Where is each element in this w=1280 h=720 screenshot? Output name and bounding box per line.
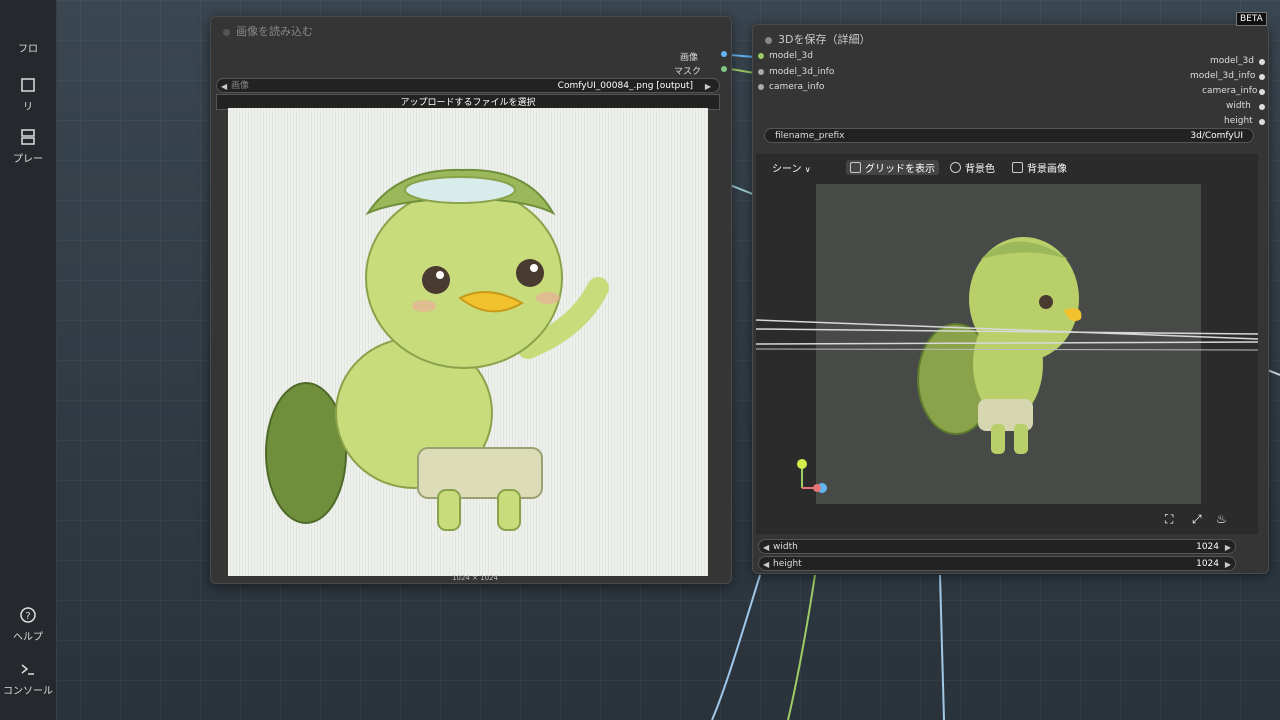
chevron-left-icon[interactable]: ◀ xyxy=(763,557,769,572)
output-camera-info-label: camera_info xyxy=(1202,86,1258,96)
kappa-illustration xyxy=(265,168,609,531)
chevron-down-icon: ∨ xyxy=(804,165,811,174)
output-mask-dot[interactable] xyxy=(721,66,727,72)
input-camera-info-dot[interactable] xyxy=(758,84,764,90)
collapse-dot-icon[interactable] xyxy=(765,36,772,44)
width-stepper[interactable]: ◀ width 1024 ▶ xyxy=(758,539,1236,554)
output-height-label: height xyxy=(1224,116,1253,126)
3d-viewport[interactable] xyxy=(756,154,1258,534)
node-title: 3Dを保存（詳細） xyxy=(765,31,870,47)
image-select-widget[interactable]: ◀ 画像 ComfyUI_00084_.png [output] ▶ xyxy=(216,78,720,93)
input-model-3d-info-label: model_3d_info xyxy=(769,67,835,77)
input-camera-info-label: camera_info xyxy=(769,82,825,92)
image-icon xyxy=(1012,162,1023,173)
sidebar-item-label: ヘルプ xyxy=(13,632,43,643)
chevron-right-icon[interactable]: ▶ xyxy=(705,79,711,94)
input-model-3d-dot[interactable] xyxy=(758,53,764,59)
template-icon xyxy=(21,129,35,145)
node-title: 画像を読み込む xyxy=(223,23,313,39)
chevron-left-icon[interactable]: ◀ xyxy=(221,79,227,94)
output-model-3d-info-dot[interactable] xyxy=(1259,74,1265,80)
sidebar-item-console[interactable]: コンソール xyxy=(0,660,56,697)
grid-icon xyxy=(850,162,861,173)
chevron-right-icon[interactable]: ▶ xyxy=(1225,557,1231,572)
bg-color-button[interactable]: 背景色 xyxy=(950,160,995,175)
input-model-3d-info-dot[interactable] xyxy=(758,69,764,75)
fullscreen-icon[interactable]: ⤢ xyxy=(1192,512,1202,527)
filename-prefix-field[interactable]: filename_prefix 3d/ComfyUI xyxy=(764,128,1254,143)
sidebar-item-label: フロ xyxy=(18,44,38,55)
height-stepper[interactable]: ◀ height 1024 ▶ xyxy=(758,556,1236,571)
sidebar-item-label: コンソール xyxy=(3,686,53,697)
image-preview xyxy=(228,108,708,576)
console-icon xyxy=(21,664,34,675)
sidebar-item-templates[interactable]: プレー xyxy=(0,128,56,165)
output-model-3d-label: model_3d xyxy=(1210,56,1254,66)
output-image-label: 画像 xyxy=(680,53,699,63)
sidebar-item-workflow[interactable]: フロ xyxy=(0,40,56,55)
output-width-dot[interactable] xyxy=(1259,104,1265,110)
chevron-left-icon[interactable]: ◀ xyxy=(763,540,769,555)
output-model-3d-dot[interactable] xyxy=(1259,59,1265,65)
output-height-dot[interactable] xyxy=(1259,119,1265,125)
palette-icon xyxy=(950,162,961,173)
sidebar-item-label: リ xyxy=(23,102,33,113)
library-icon xyxy=(21,78,35,92)
svg-text:?: ? xyxy=(25,611,30,622)
beta-badge: BETA xyxy=(1236,12,1267,26)
chevron-right-icon[interactable]: ▶ xyxy=(1225,540,1231,555)
axis-gizmo-icon xyxy=(797,459,827,493)
output-image-dot[interactable] xyxy=(721,51,727,57)
sidebar-item-help[interactable]: ? ヘルプ xyxy=(0,606,56,643)
output-mask-label: マスク xyxy=(674,67,702,77)
output-width-label: width xyxy=(1226,101,1251,111)
input-model-3d-label: model_3d xyxy=(769,51,813,61)
scene-menu-button[interactable]: シーン ∨ xyxy=(772,160,811,175)
output-camera-info-dot[interactable] xyxy=(1259,89,1265,95)
sidebar: フロ リ プレー ? ヘルプ コンソール xyxy=(0,0,57,720)
sidebar-item-label: プレー xyxy=(13,154,43,165)
help-icon: ? xyxy=(20,607,36,623)
bg-image-button[interactable]: 背景画像 xyxy=(1012,160,1067,175)
output-model-3d-info-label: model_3d_info xyxy=(1190,71,1256,81)
image-dimensions: 1024 × 1024 xyxy=(452,574,498,582)
collapse-dot-icon[interactable] xyxy=(223,28,230,36)
show-grid-toggle[interactable]: グリッドを表示 xyxy=(846,160,939,175)
camera-switch-icon[interactable]: ⛶ xyxy=(1165,512,1173,527)
sidebar-item-library[interactable]: リ xyxy=(0,76,56,113)
light-icon[interactable]: ♨ xyxy=(1216,512,1227,526)
